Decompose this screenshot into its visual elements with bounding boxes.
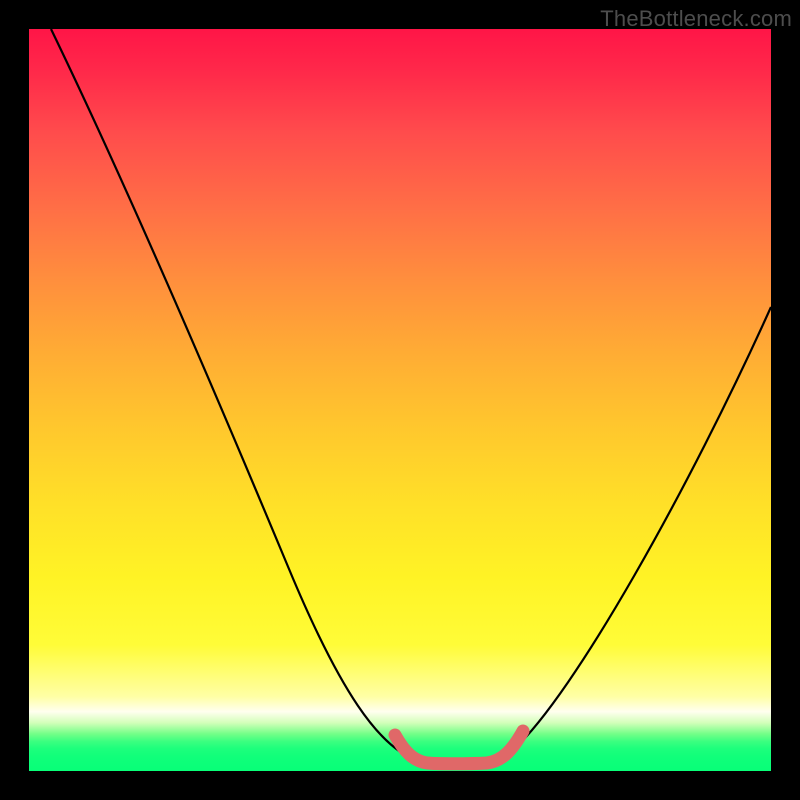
- plot-area: [29, 29, 771, 771]
- bottleneck-curve: [51, 29, 771, 764]
- watermark-text: TheBottleneck.com: [600, 6, 792, 32]
- marker-band: [395, 731, 523, 764]
- curve-layer: [29, 29, 771, 771]
- chart-frame: TheBottleneck.com: [0, 0, 800, 800]
